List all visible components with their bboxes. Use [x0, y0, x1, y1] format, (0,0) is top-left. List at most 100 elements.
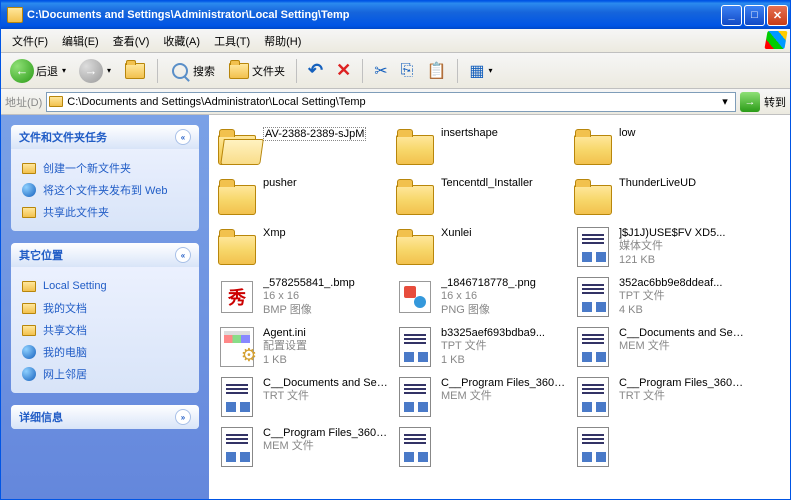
separator — [157, 59, 158, 83]
chevron-up-icon: « — [175, 247, 191, 263]
task-item[interactable]: 共享此文件夹 — [21, 201, 189, 223]
places-panel: 其它位置 « Local Setting我的文档共享文档我的电脑网上邻居 — [11, 243, 199, 393]
titlebar[interactable]: C:\Documents and Settings\Administrator\… — [1, 1, 790, 29]
paste-button[interactable]: 📋 — [421, 57, 451, 85]
file-meta: 16 x 16 — [441, 289, 567, 303]
folders-button[interactable]: 文件夹 — [223, 57, 290, 85]
file-item[interactable]: pusher — [213, 173, 391, 223]
file-item[interactable]: Xunlei — [391, 223, 569, 273]
folder-icon — [574, 185, 612, 215]
folder-icon — [228, 60, 250, 82]
cut-button[interactable]: ✂ — [369, 57, 392, 85]
back-label: 后退 — [36, 63, 58, 79]
file-item[interactable]: C__Documents and Settings_Adminis...MEM … — [569, 323, 747, 373]
place-label: 共享文档 — [43, 322, 87, 338]
task-label: 将这个文件夹发布到 Web — [43, 182, 167, 198]
tasks-panel-header[interactable]: 文件和文件夹任务 « — [11, 125, 199, 149]
bmp-icon: 秀 — [221, 281, 253, 313]
delete-button[interactable]: ✕ — [331, 57, 356, 85]
file-meta: 1 KB — [263, 353, 389, 367]
undo-button[interactable]: ↶ — [303, 57, 328, 85]
file-item[interactable]: low — [569, 123, 747, 173]
menu-file[interactable]: 文件(F) — [5, 30, 55, 52]
up-button[interactable] — [119, 57, 151, 85]
ini-icon — [220, 327, 254, 367]
menu-tools[interactable]: 工具(T) — [207, 30, 257, 52]
copy-button[interactable]: ⎘ — [396, 57, 419, 85]
windows-logo-icon — [764, 31, 787, 49]
png-icon — [399, 281, 431, 313]
place-item[interactable]: 我的电脑 — [21, 341, 189, 363]
separator — [362, 59, 363, 83]
file-name: Tencentdl_Installer — [441, 177, 567, 189]
file-item[interactable] — [569, 423, 747, 473]
places-panel-header[interactable]: 其它位置 « — [11, 243, 199, 267]
chevron-down-icon: ▾ — [488, 66, 492, 75]
file-name: Xmp — [263, 227, 389, 239]
menu-help[interactable]: 帮助(H) — [257, 30, 308, 52]
file-name: _578255841_.bmp — [263, 277, 389, 289]
file-item[interactable]: Agent.ini配置设置1 KB — [213, 323, 391, 373]
file-view[interactable]: AV-2388-2389-sJpM insertshape low pusher… — [209, 115, 790, 499]
task-item[interactable]: 创建一个新文件夹 — [21, 157, 189, 179]
folder-up-icon — [124, 60, 146, 82]
document-icon — [221, 377, 253, 417]
file-item[interactable]: insertshape — [391, 123, 569, 173]
views-button[interactable]: ▦ ▾ — [464, 57, 497, 85]
folder-icon — [22, 163, 36, 174]
place-item[interactable]: 网上邻居 — [21, 363, 189, 385]
tasks-panel: 文件和文件夹任务 « 创建一个新文件夹将这个文件夹发布到 Web 共享此文件夹 — [11, 125, 199, 231]
file-item[interactable]: C__Program Files_360_360Saf...MEM 文件 — [213, 423, 391, 473]
window-title: C:\Documents and Settings\Administrator\… — [27, 9, 721, 21]
maximize-button[interactable]: □ — [744, 5, 765, 26]
folder-icon — [218, 235, 256, 265]
file-item[interactable]: C__Documents and Settings_Adminis...TRT … — [213, 373, 391, 423]
file-item[interactable]: Tencentdl_Installer — [391, 173, 569, 223]
file-item[interactable]: _1846718778_.png16 x 16PNG 图像 — [391, 273, 569, 323]
document-icon — [577, 427, 609, 467]
minimize-button[interactable]: _ — [721, 5, 742, 26]
close-button[interactable]: ✕ — [767, 5, 788, 26]
chevron-down-icon[interactable]: ▾ — [717, 95, 733, 108]
place-item[interactable]: 共享文档 — [21, 319, 189, 341]
file-item[interactable]: AV-2388-2389-sJpM — [213, 123, 391, 173]
folder-icon — [396, 185, 434, 215]
file-item[interactable]: ThunderLiveUD — [569, 173, 747, 223]
menu-favorites[interactable]: 收藏(A) — [156, 30, 207, 52]
file-item[interactable] — [391, 423, 569, 473]
file-name: ]$J1J)USE$FV XD5... — [619, 227, 745, 239]
separator — [296, 59, 297, 83]
details-panel: 详细信息 » — [11, 405, 199, 429]
file-item[interactable]: C__Program Files_360_360Saf...MEM 文件 — [391, 373, 569, 423]
place-item[interactable]: Local Setting — [21, 275, 189, 297]
menu-view[interactable]: 查看(V) — [106, 30, 157, 52]
address-path: C:\Documents and Settings\Administrator\… — [67, 96, 713, 108]
file-item[interactable]: 秀 _578255841_.bmp16 x 16BMP 图像 — [213, 273, 391, 323]
task-label: 共享此文件夹 — [43, 204, 109, 220]
back-button[interactable]: ← 后退 ▾ — [5, 57, 71, 85]
forward-button[interactable]: → ▾ — [74, 57, 116, 85]
delete-icon: ✕ — [336, 60, 351, 81]
task-item[interactable]: 将这个文件夹发布到 Web — [21, 179, 189, 201]
details-panel-header[interactable]: 详细信息 » — [11, 405, 199, 429]
file-name: _1846718778_.png — [441, 277, 567, 289]
search-button[interactable]: 搜索 — [164, 57, 220, 85]
address-input[interactable]: C:\Documents and Settings\Administrator\… — [46, 92, 736, 112]
file-meta: MEM 文件 — [263, 439, 389, 453]
file-meta: 1 KB — [441, 353, 567, 367]
file-item[interactable]: 352ac6bb9e8ddeaf...TPT 文件4 KB — [569, 273, 747, 323]
file-name: C__Program Files_360_360Saf... — [263, 427, 389, 439]
file-item[interactable]: b3325aef693bdba9...TPT 文件1 KB — [391, 323, 569, 373]
file-item[interactable]: C__Program Files_360_360Saf...TRT 文件 — [569, 373, 747, 423]
file-name: C__Documents and Settings_Adminis... — [263, 377, 389, 389]
go-button[interactable]: → — [740, 92, 760, 112]
file-item[interactable]: Xmp — [213, 223, 391, 273]
file-item[interactable]: ]$J1J)USE$FV XD5...媒体文件121 KB — [569, 223, 747, 273]
folder-icon — [49, 96, 63, 107]
file-name: C__Program Files_360_360Saf... — [619, 377, 745, 389]
file-name: C__Program Files_360_360Saf... — [441, 377, 567, 389]
place-item[interactable]: 我的文档 — [21, 297, 189, 319]
open-folder-icon — [218, 135, 256, 165]
menu-edit[interactable]: 编辑(E) — [55, 30, 106, 52]
file-name: insertshape — [441, 127, 567, 139]
